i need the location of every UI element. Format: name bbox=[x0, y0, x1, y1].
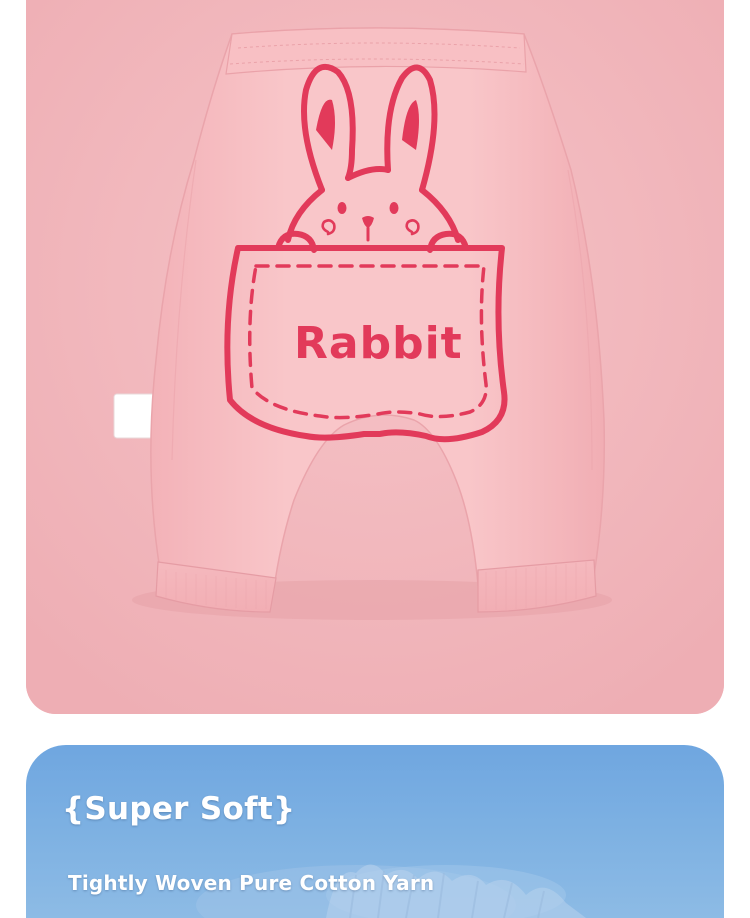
product-image-card: Rabbit bbox=[26, 0, 724, 714]
rabbit-print-text: Rabbit bbox=[294, 318, 463, 369]
feature-heading: {Super Soft} bbox=[62, 791, 296, 827]
feature-subheading: Tightly Woven Pure Cotton Yarn bbox=[68, 871, 435, 895]
feature-card: {Super Soft} Tightly Woven Pure Cotton Y… bbox=[26, 745, 724, 918]
product-detail-page: Rabbit {Super Soft} Tightly Woven Pure C… bbox=[0, 0, 750, 918]
baby-pants-illustration: Rabbit bbox=[26, 0, 724, 714]
